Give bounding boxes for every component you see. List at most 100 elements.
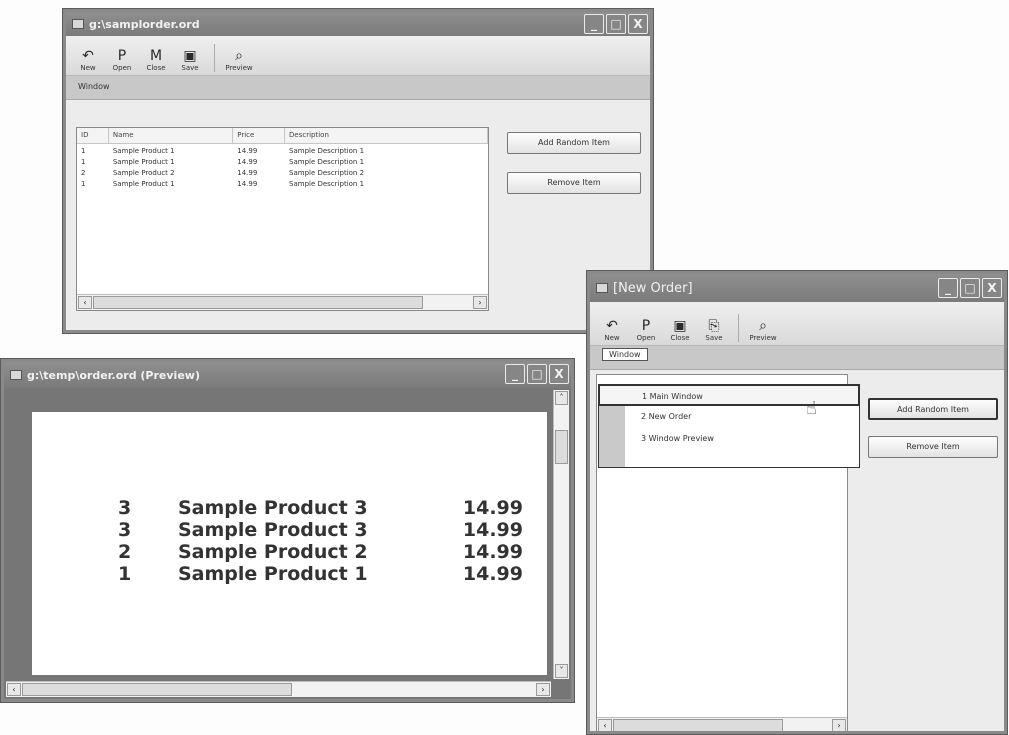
open-button[interactable]: P Open	[108, 48, 136, 72]
close-window-button[interactable]: X	[982, 278, 1002, 298]
add-random-item-button[interactable]: Add Random Item	[868, 398, 998, 420]
order-window-titlebar[interactable]: g:\samplorder.ord _ □ X	[66, 12, 650, 36]
preview-name: Sample Product 1	[178, 563, 368, 585]
remove-item-button[interactable]: Remove Item	[507, 172, 641, 194]
new-button[interactable]: ↶ New	[74, 48, 102, 72]
preview-row: 3 Sample Product 3 14.99	[118, 497, 523, 519]
list-item[interactable]: 1 Sample Product 1 14.99 Sample Description…	[77, 147, 488, 158]
open-button[interactable]: P Open	[632, 318, 660, 342]
preview-label: Preview	[225, 64, 253, 72]
scroll-right-icon[interactable]: ›	[536, 683, 550, 696]
preview-window-titlebar[interactable]: g:\temp\order.ord (Preview) _ □ X	[4, 362, 571, 388]
preview-name: Sample Product 3	[178, 519, 368, 541]
save-button[interactable]: ⎘ Save	[700, 318, 728, 342]
save-label: Save	[181, 64, 199, 72]
cell-id: 2	[81, 169, 86, 177]
preview-id: 3	[118, 519, 132, 541]
menu-window[interactable]: Window	[78, 82, 110, 91]
close-label: Close	[146, 64, 166, 72]
window-title: g:\samplorder.ord	[89, 17, 200, 31]
col-description[interactable]: Description	[285, 128, 488, 143]
horizontal-scrollbar[interactable]: ‹ ›	[6, 681, 551, 697]
cell-id: 1	[81, 158, 86, 166]
new-order-window-body: [New Order] _ □ X ↶ New P Open ▣ Close ⎘ Sav…	[590, 274, 1004, 731]
col-name[interactable]: Name	[109, 128, 234, 143]
scroll-thumb[interactable]	[22, 683, 292, 696]
scroll-up-icon[interactable]: ˄	[555, 391, 568, 405]
preview-button[interactable]: ⌕ Preview	[749, 318, 777, 342]
save-icon: ▣	[183, 48, 197, 64]
product-list[interactable]: ID Name Price Description 1 Sample Produc…	[76, 127, 489, 311]
menu-item-main-window[interactable]: 1 Main Window	[598, 384, 860, 406]
app-icon	[596, 283, 608, 293]
col-id[interactable]: ID	[77, 128, 109, 143]
close-window-button[interactable]: X	[628, 14, 648, 34]
scroll-down-icon[interactable]: ˅	[555, 664, 568, 678]
order-window-body: g:\samplorder.ord _ □ X ↶ New P Open M Clos…	[66, 12, 650, 330]
preview-row: 2 Sample Product 2 14.99	[118, 541, 523, 563]
toolbar-separator	[214, 44, 215, 72]
maximize-button[interactable]: □	[606, 14, 626, 34]
scroll-thumb[interactable]	[93, 296, 423, 309]
close-window-button[interactable]: X	[549, 364, 569, 384]
close-label: Close	[670, 334, 690, 342]
app-icon	[72, 19, 84, 29]
new-label: New	[604, 334, 620, 342]
preview-button[interactable]: ⌕ Preview	[225, 48, 253, 72]
app-icon	[10, 370, 22, 380]
open-label: Open	[112, 64, 132, 72]
close-button[interactable]: ▣ Close	[666, 318, 694, 342]
menu-window[interactable]: Window	[602, 348, 648, 361]
new-order-window: [New Order] _ □ X ↶ New P Open ▣ Close ⎘ Sav…	[586, 270, 1008, 735]
col-price[interactable]: Price	[233, 128, 286, 143]
menu-item-new-order[interactable]: 2 New Order	[599, 406, 859, 428]
preview-name: Sample Product 2	[178, 541, 368, 563]
vertical-scrollbar[interactable]: ˄ ˅	[553, 390, 569, 679]
preview-row: 3 Sample Product 3 14.99	[118, 519, 523, 541]
new-label: New	[80, 64, 96, 72]
minimize-button[interactable]: _	[584, 14, 604, 34]
horizontal-scrollbar[interactable]: ‹ ›	[77, 294, 488, 310]
open-icon: P	[117, 48, 127, 64]
minimize-button[interactable]: _	[505, 364, 525, 384]
close-button[interactable]: M Close	[142, 48, 170, 72]
scroll-left-icon[interactable]: ‹	[78, 296, 92, 309]
open-label: Open	[636, 334, 656, 342]
cell-name: Sample Product 1	[112, 147, 175, 155]
remove-item-button[interactable]: Remove Item	[868, 436, 998, 458]
maximize-button[interactable]: □	[527, 364, 547, 384]
new-button[interactable]: ↶ New	[598, 318, 626, 342]
cell-price: 14.99	[237, 158, 258, 166]
preview-page: 3 Sample Product 3 14.99 3 Sample Product 3…	[32, 412, 547, 675]
new-icon: ↶	[82, 48, 94, 64]
scroll-right-icon[interactable]: ›	[832, 719, 846, 731]
close-icon: ▣	[673, 318, 687, 334]
cell-name: Sample Product 2	[112, 169, 175, 177]
menubar: Window	[66, 76, 650, 100]
new-order-window-titlebar[interactable]: [New Order] _ □ X	[590, 274, 1004, 302]
minimize-button[interactable]: _	[938, 278, 958, 298]
scroll-left-icon[interactable]: ‹	[598, 719, 612, 731]
cell-price: 14.99	[237, 169, 258, 177]
cell-name: Sample Product 1	[112, 158, 175, 166]
maximize-button[interactable]: □	[960, 278, 980, 298]
scroll-right-icon[interactable]: ›	[473, 296, 487, 309]
open-icon: P	[641, 318, 651, 334]
list-header: ID Name Price Description	[77, 128, 488, 144]
preview-price: 14.99	[462, 497, 523, 519]
scroll-thumb[interactable]	[613, 719, 783, 731]
toolbar-separator	[738, 314, 739, 342]
horizontal-scrollbar[interactable]: ‹ ›	[597, 717, 847, 731]
close-icon: M	[149, 48, 163, 64]
add-random-item-button[interactable]: Add Random Item	[507, 132, 641, 154]
preview-window-body: g:\temp\order.ord (Preview) _ □ X 3 Sampl…	[4, 362, 571, 699]
list-item[interactable]: 1 Sample Product 1 14.99 Sample Description…	[77, 180, 488, 191]
list-item[interactable]: 2 Sample Product 2 14.99 Sample Description…	[77, 169, 488, 180]
scroll-thumb[interactable]	[555, 430, 568, 464]
preview-label: Preview	[749, 334, 777, 342]
scroll-left-icon[interactable]: ‹	[7, 683, 21, 696]
menu-item-window-preview[interactable]: 3 Window Preview	[599, 428, 859, 450]
save-button[interactable]: ▣ Save	[176, 48, 204, 72]
list-item[interactable]: 1 Sample Product 1 14.99 Sample Description…	[77, 158, 488, 169]
preview-icon: ⌕	[759, 318, 767, 334]
